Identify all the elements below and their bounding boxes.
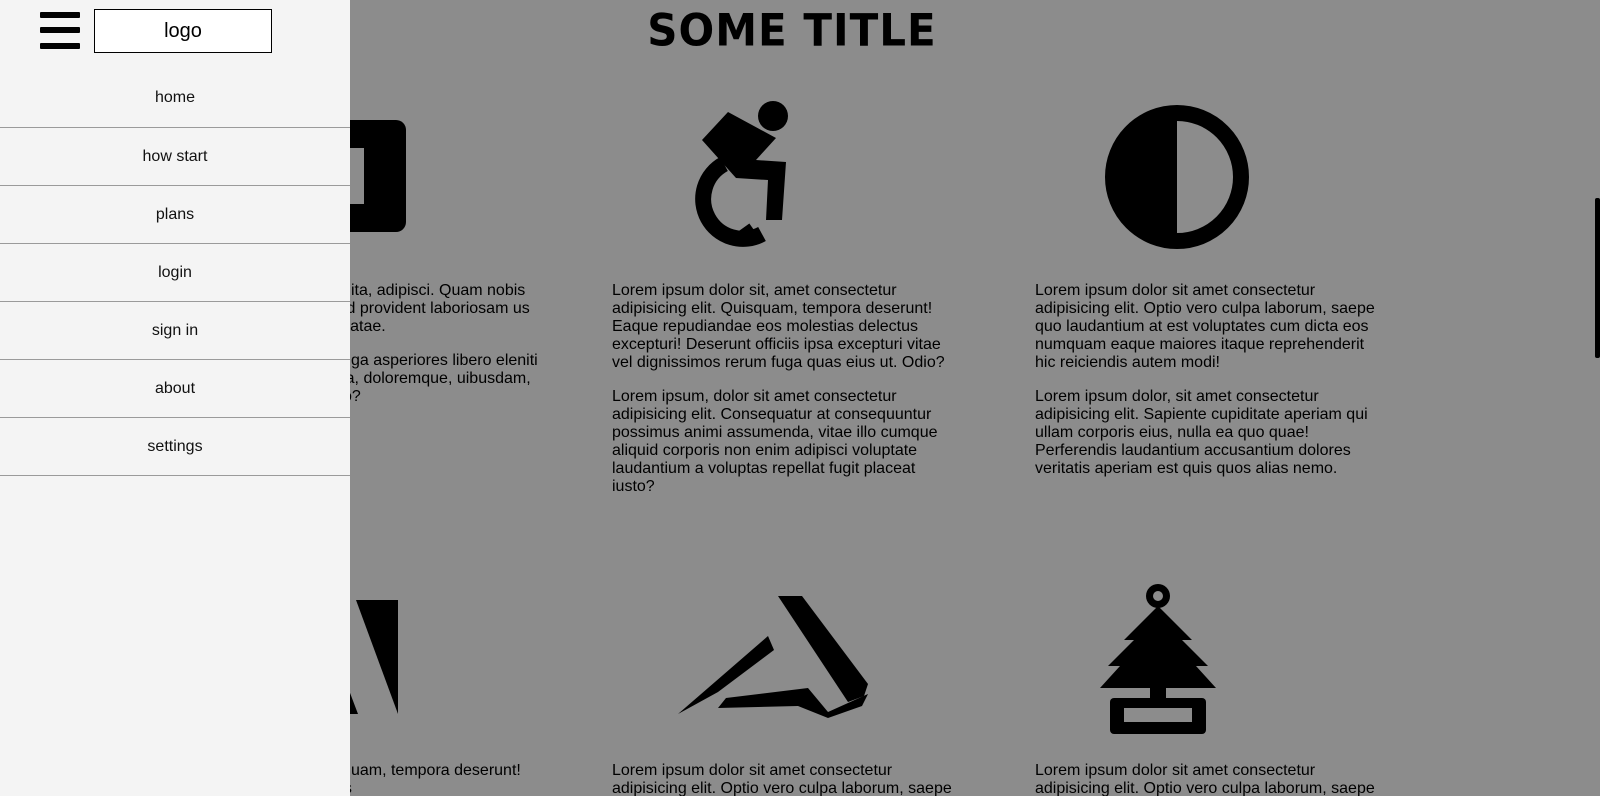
sidebar-item-how-start[interactable]: how start [0,128,350,186]
sidebar-item-plans[interactable]: plans [0,186,350,244]
sidebar-item-sign-in[interactable]: sign in [0,302,350,360]
contrast-half-circle-icon [1105,105,1249,249]
sidebar-item-login[interactable]: login [0,244,350,302]
card-paragraph: Lorem ipsum dolor, sit amet consectetur … [1035,388,1368,477]
hamburger-menu-icon[interactable] [40,12,80,50]
card-paragraph: Lorem ipsum dolor sit, amet consectetur … [612,282,945,371]
vertical-scrollbar[interactable] [1584,0,1600,796]
scrollbar-thumb[interactable] [1595,198,1600,358]
card-paragraph: Lorem ipsum, dolor sit amet consectetur … [612,388,938,495]
sidebar-menu: home how start plans login sign in about… [0,68,350,476]
sidebar: logo home how start plans login sign in … [0,0,350,796]
sidebar-item-settings[interactable]: settings [0,418,350,476]
sidebar-item-about[interactable]: about [0,360,350,418]
card-paragraph: Lorem ipsum dolor sit amet consectetur a… [1035,282,1375,371]
air-freshener-icon [1100,584,1216,734]
accessible-wheelchair-icon [695,101,788,247]
card-paragraph: Lorem ipsum dolor sit amet consectetur a… [612,762,952,796]
sidebar-item-home[interactable]: home [0,68,350,128]
logo[interactable]: logo [94,9,272,53]
card-paragraph: Lorem ipsum dolor sit amet consectetur a… [1035,762,1375,796]
affiliatetheme-icon [678,596,868,718]
